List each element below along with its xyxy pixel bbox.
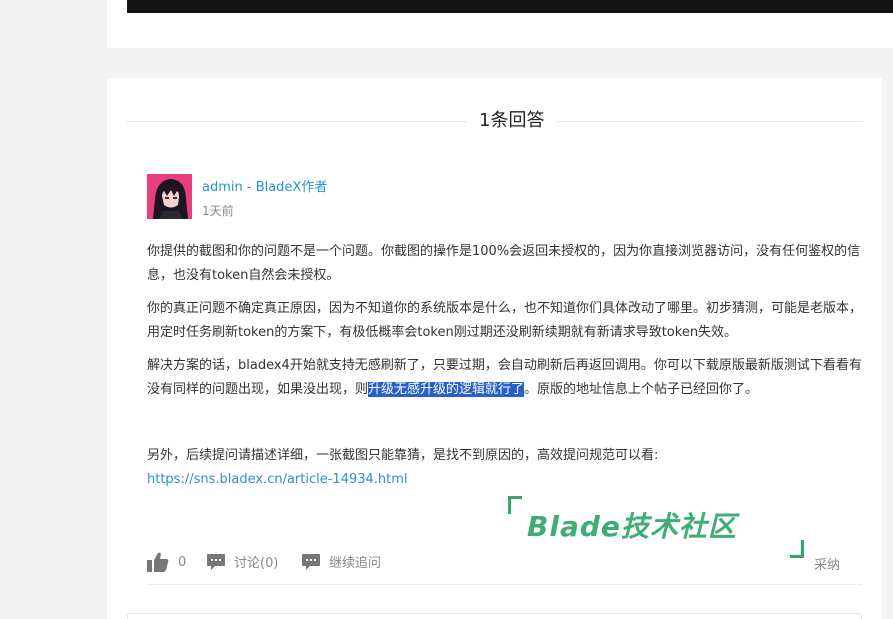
next-card-edge <box>127 613 862 619</box>
avatar[interactable] <box>147 174 192 219</box>
discuss-label: 讨论(0) <box>234 556 279 571</box>
answer-body: 你提供的截图和你的问题不是一个问题。你截图的操作是100%会返回未授权的，因为你… <box>147 240 865 492</box>
discuss-button[interactable]: 讨论(0) <box>207 552 278 571</box>
comment-icon <box>207 553 225 570</box>
answers-header: 1条回答 <box>127 108 862 134</box>
community-watermark: Blade技术社区 <box>527 510 737 543</box>
watermark-bracket-open <box>508 496 522 514</box>
previous-media-bottom <box>127 0 893 13</box>
answer-paragraph: 你的真正问题不确定真正原因，因为不知道你的系统版本是什么，也不知道你们具体改动了… <box>147 301 863 340</box>
like-button[interactable]: 0 <box>147 552 186 572</box>
answer-timestamp: 1天前 <box>202 204 234 218</box>
like-count: 0 <box>178 554 187 570</box>
thumbs-up-icon <box>147 552 169 572</box>
follow-up-button[interactable]: 继续追问 <box>302 552 381 571</box>
solution-text-tail: 。原版的地址信息上个帖子已经回你了。 <box>524 382 759 397</box>
actions-divider <box>147 584 862 585</box>
comment-icon <box>302 553 320 570</box>
author-name-link[interactable]: admin - BladeX作者 <box>202 176 327 195</box>
answer-actions: 0 讨论(0) 继续追问 采纳 <box>147 552 862 576</box>
guidelines-text: 另外，后续提问请描述详细，一张截图只能靠猜，是找不到原因的，高效提问规范可以看: <box>147 448 659 463</box>
avatar-illustration <box>147 174 192 219</box>
answer-paragraph: 你提供的截图和你的问题不是一个问题。你截图的操作是100%会返回未授权的，因为你… <box>147 244 861 283</box>
answer-paragraph-guidelines: 另外，后续提问请描述详细，一张截图只能靠猜，是找不到原因的，高效提问规范可以看:… <box>147 444 865 492</box>
answers-count-title: 1条回答 <box>467 108 557 134</box>
guidelines-link[interactable]: https://sns.bladex.cn/article-14934.html <box>147 472 408 487</box>
answer-paragraph-solution: 解决方案的话，bladex4开始就支持无感刷新了，只要过期，会自动刷新后再返回调… <box>147 354 865 402</box>
selected-text-highlight: 升级无感升级的逻辑就行了 <box>368 382 525 397</box>
follow-up-label: 继续追问 <box>329 556 382 571</box>
adopt-button[interactable]: 采纳 <box>814 554 840 573</box>
